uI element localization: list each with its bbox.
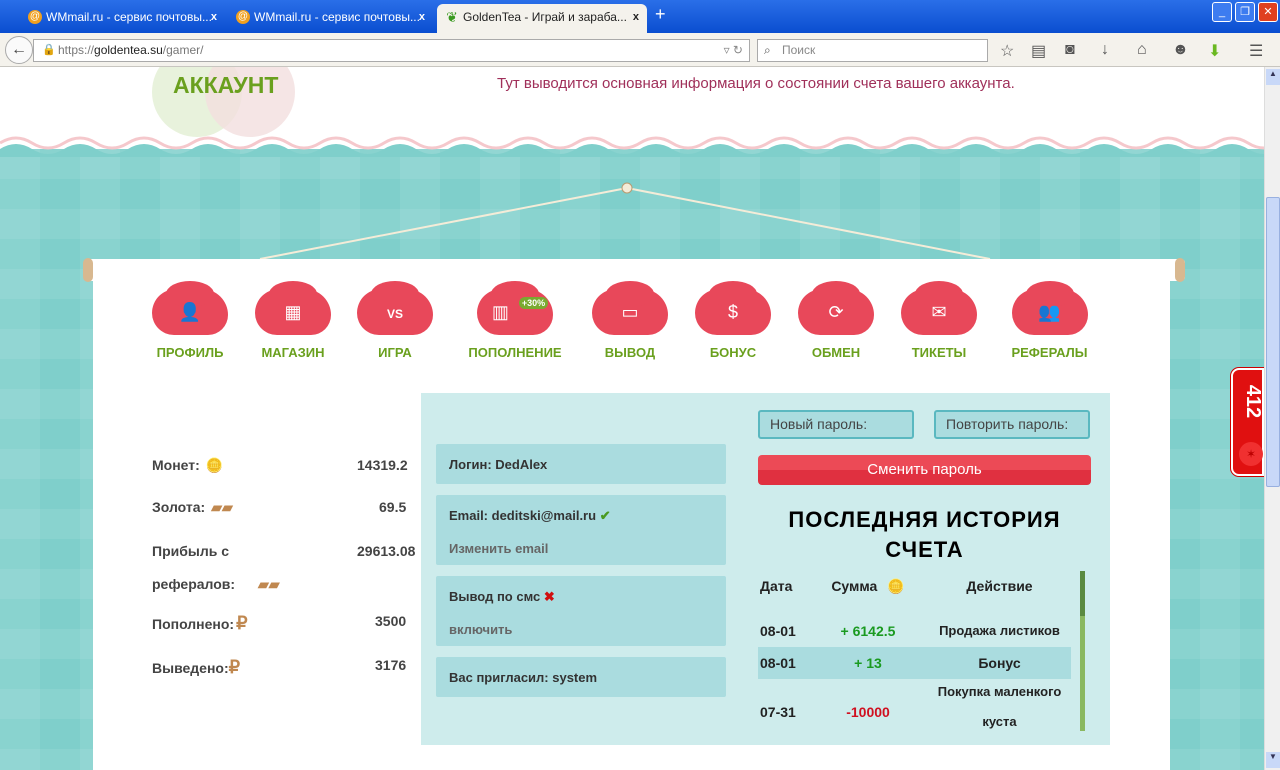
sms-box: Вывод по смс ✖ включить bbox=[436, 576, 726, 646]
close-tab-icon[interactable]: x bbox=[419, 4, 425, 30]
stat-withdrawn: Выведено:₽ 3176 bbox=[152, 657, 407, 677]
exchange-icon: ⟳ bbox=[798, 281, 874, 335]
stat-coins: Монет: 🪙 14319.2 bbox=[152, 457, 408, 473]
ruble-icon: ₽ bbox=[228, 657, 241, 677]
nav-bar: ← 🔒 https://goldentea.su/gamer/▿ ↻ ⌕ Поиск… bbox=[0, 33, 1280, 67]
minimize-button[interactable]: _ bbox=[1212, 2, 1232, 22]
scroll-thumb[interactable] bbox=[1080, 571, 1085, 616]
new-password-input[interactable]: Новый пароль: bbox=[758, 410, 914, 439]
menu-item-exchange[interactable]: ⟳ ОБМЕН bbox=[796, 281, 876, 360]
menu-item-tickets[interactable]: ✉ ТИКЕТЫ bbox=[899, 281, 979, 360]
users-icon: 👥 bbox=[1011, 281, 1088, 335]
scroll-up-arrow[interactable]: ▲ bbox=[1266, 69, 1280, 85]
new-tab-button[interactable]: + bbox=[655, 4, 666, 25]
tab-bar: @ WMmail.ru - сервис почтовы... x @ WMmail.… bbox=[0, 0, 1280, 33]
stat-referral-profit: Прибыль с рефералов: ▰▰ 29613.08 bbox=[152, 535, 422, 601]
envelope-icon: ✉ bbox=[901, 281, 977, 335]
menu-item-game[interactable]: VS ИГРА bbox=[355, 281, 435, 360]
wmmail-icon: @ bbox=[28, 10, 42, 24]
menu-item-deposit[interactable]: ▥ +30% ПОПОЛНЕНИЕ bbox=[460, 281, 570, 360]
scroll-thumb[interactable] bbox=[1266, 197, 1280, 487]
menu-item-referrals[interactable]: 👥 РЕФЕРАЛЫ bbox=[1002, 281, 1097, 360]
download-addon-icon[interactable]: ⬇ bbox=[1208, 41, 1221, 61]
tab-goldentea[interactable]: ❦ GoldenTea - Играй и зараба... x bbox=[437, 4, 647, 33]
hello-icon[interactable]: ☻ bbox=[1172, 41, 1189, 59]
account-info-panel: Логин: DedAlex Email: deditski@mail.ru ✔… bbox=[421, 393, 1110, 745]
url-bar[interactable]: 🔒 https://goldentea.su/gamer/▿ ↻ bbox=[33, 39, 750, 62]
rod-end bbox=[1175, 258, 1185, 282]
dollar-icon: $ bbox=[695, 281, 771, 335]
leaf-icon: ❦ bbox=[446, 9, 458, 25]
email-box: Email: deditski@mail.ru ✔ Изменить email bbox=[436, 495, 726, 565]
history-scrollbar[interactable] bbox=[1080, 571, 1085, 731]
gold-bars-icon: ▰▰ bbox=[258, 576, 280, 592]
ruble-icon: ₽ bbox=[236, 613, 248, 633]
close-tab-icon[interactable]: x bbox=[211, 4, 217, 30]
search-icon: ⌕ bbox=[764, 43, 771, 57]
bonus-badge: +30% bbox=[518, 297, 549, 309]
coins-icon: 🪙 bbox=[887, 578, 905, 594]
menu-item-profile[interactable]: 👤 ПРОФИЛЬ bbox=[150, 281, 230, 360]
login-box: Логин: DedAlex bbox=[436, 444, 726, 484]
enable-sms-link[interactable]: включить bbox=[449, 622, 713, 637]
scroll-down-arrow[interactable]: ▼ bbox=[1266, 752, 1280, 768]
close-window-button[interactable]: ✕ bbox=[1258, 2, 1278, 22]
downloads-icon[interactable]: ↓ bbox=[1101, 41, 1109, 59]
reading-list-icon[interactable]: ▤ bbox=[1031, 41, 1046, 61]
profile-icon: 👤 bbox=[152, 281, 228, 335]
menu-item-bonus[interactable]: $ БОНУС bbox=[693, 281, 773, 360]
verified-check-icon: ✔ bbox=[599, 508, 611, 523]
pocket-icon[interactable]: ◙ bbox=[1065, 41, 1075, 59]
maximize-button[interactable]: ❐ bbox=[1235, 2, 1255, 22]
wmmail-icon: @ bbox=[236, 10, 250, 24]
tab-wmmail-1[interactable]: @ WMmail.ru - сервис почтовы... x bbox=[20, 4, 225, 33]
search-input[interactable]: ⌕ Поиск bbox=[757, 39, 988, 62]
invited-box: Вас пригласил: system bbox=[436, 657, 726, 697]
close-tab-icon[interactable]: x bbox=[633, 4, 639, 30]
coins-icon: 🪙 bbox=[205, 457, 224, 473]
rod-end bbox=[83, 258, 93, 282]
reload-icon[interactable]: ▿ ↻ bbox=[724, 40, 743, 61]
repeat-password-input[interactable]: Повторить пароль: bbox=[934, 410, 1090, 439]
table-header: Дата Сумма 🪙 Действие bbox=[758, 571, 1071, 601]
shop-icon: ▦ bbox=[255, 281, 331, 335]
page-scrollbar[interactable]: ▲ ▼ bbox=[1264, 67, 1280, 770]
history-title: ПОСЛЕДНЯЯ ИСТОРИЯ СЧЕТА bbox=[788, 507, 1061, 562]
terminal-icon: ▥ +30% bbox=[477, 281, 553, 335]
home-icon[interactable]: ⌂ bbox=[1137, 41, 1147, 59]
back-button[interactable]: ← bbox=[5, 36, 33, 64]
table-row: 07-31 -10000 Покупка маленкого куста bbox=[760, 684, 1062, 729]
gold-bars-icon: ▰▰ bbox=[211, 499, 233, 515]
menu-icon[interactable]: ☰ bbox=[1249, 41, 1263, 61]
notification-widget[interactable]: 412 ✶ bbox=[1231, 368, 1264, 476]
change-email-link[interactable]: Изменить email bbox=[449, 541, 713, 556]
menu-item-shop[interactable]: ▦ МАГАЗИН bbox=[253, 281, 333, 360]
person-icon: ✶ bbox=[1239, 442, 1263, 466]
change-password-button[interactable]: Сменить пароль bbox=[758, 455, 1091, 485]
table-row: 08-01 + 13 Бонус bbox=[758, 647, 1071, 679]
menu-item-withdraw[interactable]: ▭ ВЫВОД bbox=[590, 281, 670, 360]
stat-gold: Золота: ▰▰ 69.5 bbox=[152, 499, 407, 515]
tab-wmmail-2[interactable]: @ WMmail.ru - сервис почтовы... x bbox=[228, 4, 433, 33]
vs-icon: VS bbox=[357, 281, 433, 335]
bookmark-star-icon[interactable]: ☆ bbox=[1000, 41, 1014, 61]
stat-deposited: Пополнено: ₽3500 bbox=[152, 613, 407, 633]
disabled-x-icon: ✖ bbox=[543, 589, 555, 604]
table-row: 08-01 + 6142.5 Продажа листиков bbox=[760, 623, 1060, 639]
page: АККАУНТ Тут выводится основная информаци… bbox=[0, 67, 1264, 770]
wallet-icon: ▭ bbox=[592, 281, 668, 335]
main-menu: 👤 ПРОФИЛЬ ▦ МАГАЗИН VS ИГРА ▥ +30% ПОПОЛНЕНИЕ… bbox=[150, 281, 1100, 360]
lock-icon: 🔒 bbox=[42, 44, 56, 56]
